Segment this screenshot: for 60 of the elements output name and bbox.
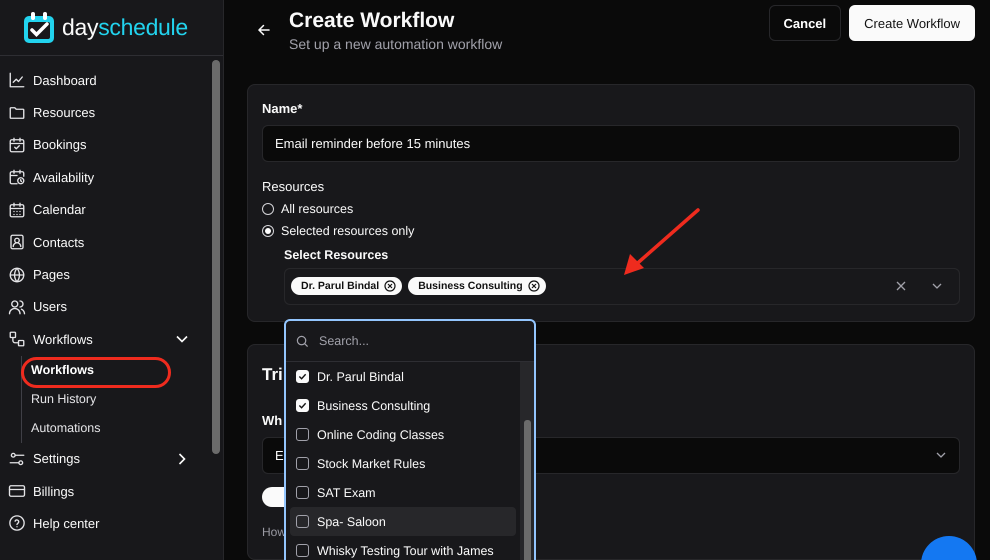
- sidebar-item[interactable]: Pages: [8, 258, 209, 291]
- field-label: Name*: [262, 100, 304, 116]
- workflow-icon: [8, 330, 26, 348]
- checkbox[interactable]: [296, 486, 309, 499]
- contact-card-icon: [8, 233, 26, 252]
- dropdown-option[interactable]: Business Consulting: [290, 391, 516, 420]
- cancel-button[interactable]: Cancel: [768, 5, 842, 42]
- search-field[interactable]: Search...: [317, 333, 501, 349]
- selected-chip: Dr. Parul Bindal: [291, 277, 402, 296]
- sidebar-item[interactable]: Bookings: [8, 128, 209, 162]
- sidebar-item[interactable]: Settings: [8, 442, 209, 475]
- sidebar-item[interactable]: Availability: [8, 161, 209, 194]
- dropdown-option[interactable]: Whisky Testing Tour with James: [290, 536, 516, 560]
- page-subtitle: Set up a new automation workflow: [289, 36, 504, 52]
- help-icon: [8, 514, 26, 532]
- radio-option[interactable]: All resources: [262, 198, 960, 220]
- sidebar-item[interactable]: Users: [8, 290, 209, 324]
- scrollbar-thumb[interactable]: [524, 420, 530, 560]
- dropdown-option[interactable]: Spa- Saloon: [290, 507, 516, 536]
- back-arrow-icon[interactable]: [257, 23, 271, 38]
- sidebar-subitem[interactable]: Run History: [26, 384, 96, 414]
- radio-option[interactable]: Selected resources only: [262, 220, 960, 242]
- sidebar-subitem[interactable]: Automations: [26, 414, 100, 443]
- sidebar-item[interactable]: Dashboard: [8, 64, 209, 96]
- sidebar-item[interactable]: Workflows: [8, 323, 209, 356]
- sidebar-item[interactable]: Billings: [8, 474, 209, 508]
- logo-text: dayschedule: [62, 14, 188, 41]
- sidebar-subitem[interactable]: Workflows: [26, 356, 94, 385]
- globe-icon: [8, 266, 26, 284]
- sidebar-item[interactable]: Contacts: [8, 226, 209, 258]
- field-label: Wh: [262, 412, 282, 428]
- calendar-icon: [8, 200, 26, 219]
- sidebar-item[interactable]: Calendar: [8, 194, 209, 226]
- checkbox[interactable]: [296, 515, 309, 528]
- users-icon: [8, 298, 26, 316]
- page-title: Create Workflow: [289, 8, 456, 33]
- name-input-field[interactable]: Email reminder before 15 minutes: [262, 124, 960, 162]
- search-icon: [296, 334, 309, 348]
- selected-chip: Business Consulting: [408, 277, 546, 296]
- sidebar-item[interactable]: Resources: [8, 96, 209, 129]
- checkbox[interactable]: [296, 457, 309, 470]
- checkbox[interactable]: [296, 428, 309, 441]
- sliders-icon: [8, 450, 26, 468]
- scrollbar-thumb[interactable]: [212, 60, 220, 454]
- checkbox[interactable]: [296, 544, 309, 557]
- create-button[interactable]: Create Workflow: [849, 5, 975, 42]
- chart-icon: [8, 71, 26, 90]
- dropdown-option[interactable]: Dr. Parul Bindal: [290, 362, 516, 391]
- calendar-check-icon: [8, 136, 26, 154]
- calendar-check-logo-icon: [22, 10, 56, 44]
- clear-icon[interactable]: [895, 280, 907, 292]
- field-label: Resources: [262, 178, 326, 194]
- remove-icon[interactable]: [384, 280, 396, 292]
- section-title: Tri: [262, 364, 283, 385]
- dropdown-option[interactable]: SAT Exam: [290, 478, 516, 507]
- field-label: Select Resources: [284, 248, 390, 262]
- sidebar-item[interactable]: Help center: [8, 507, 209, 540]
- calendar-clock-icon: [8, 168, 26, 186]
- remove-icon[interactable]: [528, 280, 540, 292]
- multi-select-field[interactable]: Dr. Parul Bindal Business Consulting: [284, 268, 960, 305]
